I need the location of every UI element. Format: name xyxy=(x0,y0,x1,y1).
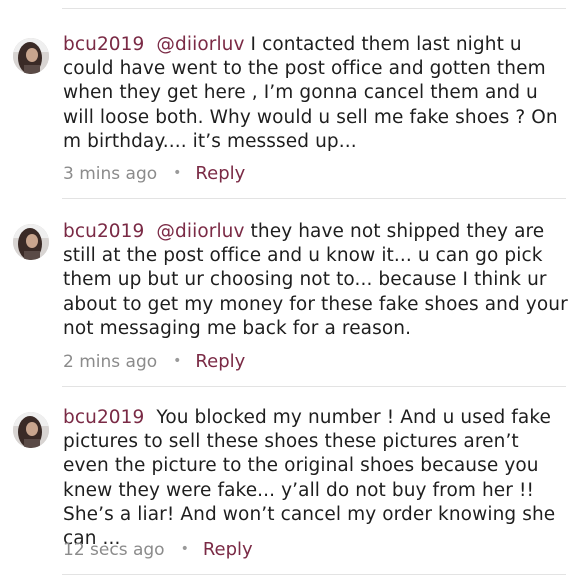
meta-separator: • xyxy=(173,165,182,181)
comment-username[interactable]: bcu2019 xyxy=(63,407,144,428)
comment-timestamp: 3 mins ago xyxy=(63,164,158,184)
comment-text: bcu2019 @diiorluv I contacted them last … xyxy=(63,33,568,154)
avatar[interactable] xyxy=(13,38,49,74)
avatar[interactable] xyxy=(13,224,49,260)
avatar[interactable] xyxy=(13,412,49,448)
meta-separator: • xyxy=(180,541,189,557)
comment-username[interactable]: bcu2019 xyxy=(63,221,144,242)
reply-button[interactable]: Reply xyxy=(203,539,253,560)
divider xyxy=(62,198,566,199)
comment-text: bcu2019 @diiorluv they have not shipped … xyxy=(63,220,568,341)
comment-body: You blocked my number ! And u used fake … xyxy=(63,407,556,550)
comment-timestamp: 12 secs ago xyxy=(63,540,165,560)
comment-username[interactable]: bcu2019 xyxy=(63,34,144,55)
user-avatar-icon xyxy=(13,224,49,260)
user-avatar-icon xyxy=(13,38,49,74)
comment-mention[interactable]: @diiorluv xyxy=(156,221,244,242)
comment-meta: 3 mins ago • Reply xyxy=(63,162,245,185)
meta-separator: • xyxy=(173,353,182,369)
comment-mention[interactable]: @diiorluv xyxy=(156,34,244,55)
comment-meta: 12 secs ago • Reply xyxy=(63,538,253,561)
reply-button[interactable]: Reply xyxy=(195,351,245,372)
comment-meta: 2 mins ago • Reply xyxy=(63,350,245,373)
reply-button[interactable]: Reply xyxy=(195,163,245,184)
comment-text: bcu2019 You blocked my number ! And u us… xyxy=(63,406,568,551)
divider xyxy=(62,386,566,387)
divider-bottom xyxy=(62,574,566,575)
user-avatar-icon xyxy=(13,412,49,448)
divider-top xyxy=(62,8,566,9)
comment-timestamp: 2 mins ago xyxy=(63,352,158,372)
